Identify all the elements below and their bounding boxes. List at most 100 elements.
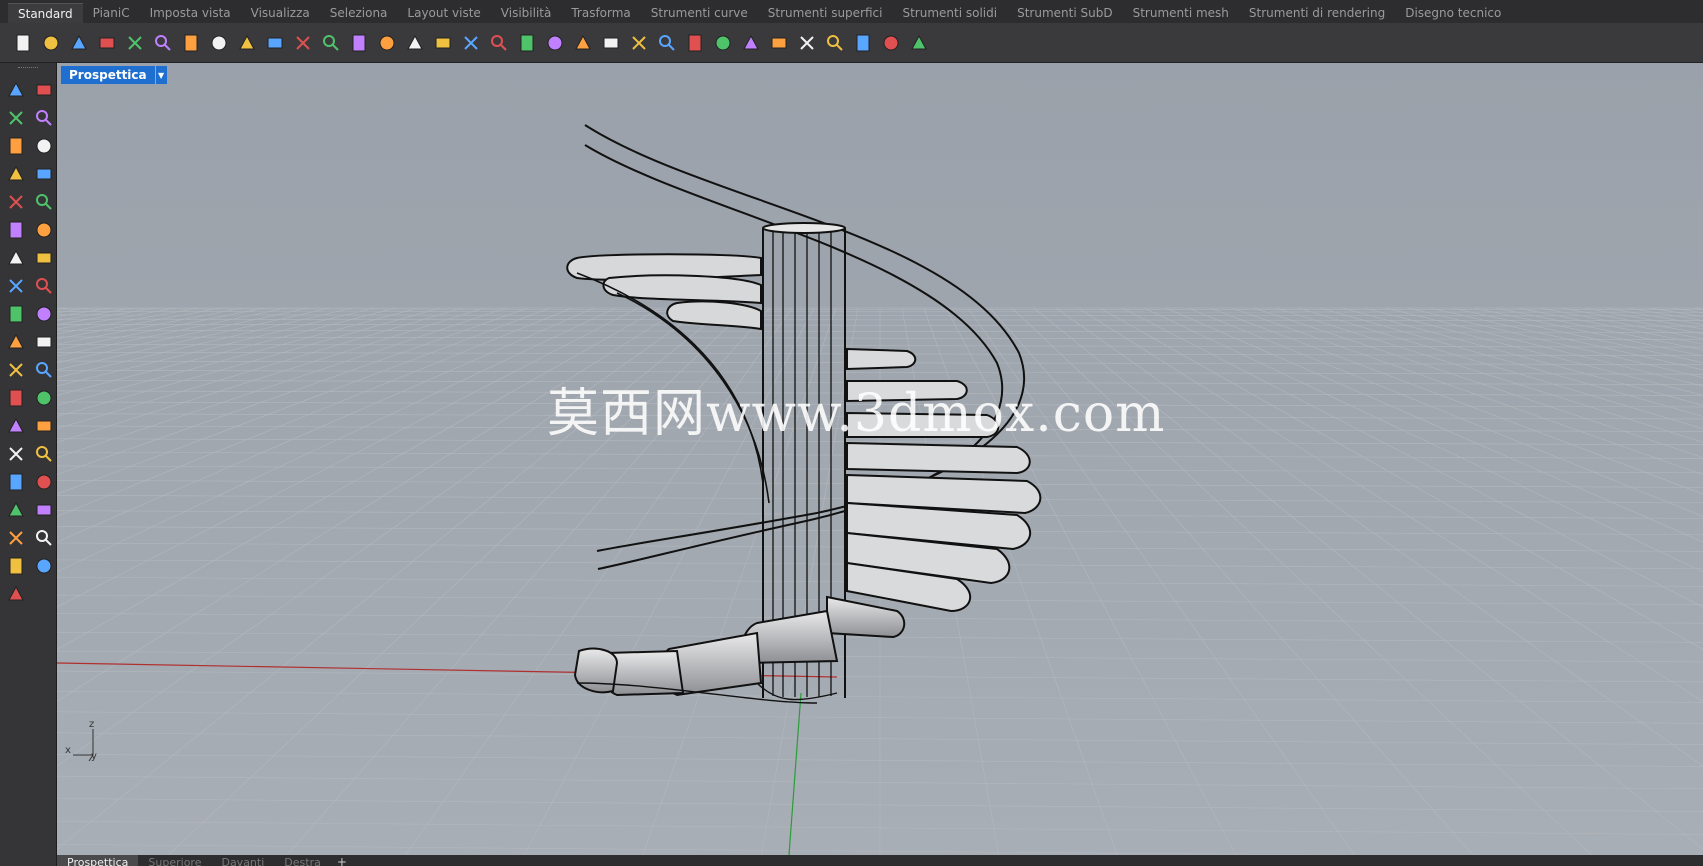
split-icon[interactable] [3,329,29,355]
snap-icon[interactable] [570,30,596,56]
blend-icon[interactable] [31,385,57,411]
tab-trasforma[interactable]: Trasforma [561,3,640,23]
offset-icon[interactable] [3,385,29,411]
select-arrow-icon[interactable] [3,77,29,103]
save-icon[interactable] [66,30,92,56]
light-icon[interactable] [598,30,624,56]
viewport-tab-superiore[interactable]: Superiore [138,855,211,866]
array-icon[interactable] [31,357,57,383]
viewport-layout-icon[interactable] [458,30,484,56]
dimension-icon[interactable] [31,413,57,439]
sphere-icon[interactable] [31,245,57,271]
shaded-sphere-icon[interactable] [710,30,736,56]
tab-layout-viste[interactable]: Layout viste [397,3,490,23]
zoom-extents-icon[interactable] [374,30,400,56]
material-icon[interactable] [794,30,820,56]
zoom-window-icon[interactable] [346,30,372,56]
zoom-selected-icon[interactable] [402,30,428,56]
rendered-icon[interactable] [738,30,764,56]
undo-icon[interactable] [234,30,260,56]
tab-strumenti-solidi[interactable]: Strumenti solidi [892,3,1007,23]
car-view-icon[interactable] [486,30,512,56]
settings-icon[interactable] [822,30,848,56]
polyline-icon[interactable] [3,105,29,131]
block-icon[interactable] [3,469,29,495]
named-view-icon[interactable] [514,30,540,56]
tab-strumenti-subd[interactable]: Strumenti SubD [1007,3,1122,23]
earth-icon[interactable] [878,30,904,56]
zoom-previous-icon[interactable] [430,30,456,56]
grid-options-icon[interactable] [850,30,876,56]
box-icon[interactable] [3,245,29,271]
print-icon[interactable] [94,30,120,56]
render-icon[interactable] [766,30,792,56]
check-icon[interactable] [3,553,29,579]
tab-strumenti-di-rendering[interactable]: Strumenti di rendering [1239,3,1395,23]
color-wheel-icon[interactable] [682,30,708,56]
render-mesh-icon[interactable] [31,525,57,551]
viewport-tab-davanti[interactable]: Davanti [211,855,274,866]
help-icon[interactable] [906,30,932,56]
tab-strumenti-curve[interactable]: Strumenti curve [641,3,758,23]
paint-icon[interactable] [3,581,29,607]
copy-icon[interactable] [178,30,204,56]
tab-strumenti-mesh[interactable]: Strumenti mesh [1123,3,1239,23]
circle-icon[interactable] [3,133,29,159]
mesh-icon[interactable] [31,273,57,299]
surface-icon[interactable] [3,217,29,243]
left-toolbar [0,63,57,866]
add-viewport-tab-button[interactable]: + [331,855,353,866]
toolbar-grip[interactable] [0,63,56,73]
curve-icon[interactable] [31,105,57,131]
group-icon[interactable] [3,357,29,383]
shade-icon[interactable] [31,553,57,579]
point-icon[interactable] [31,77,57,103]
viewport-tab-bar: Prospettica Superiore Davanti Destra + [57,855,1703,866]
tab-visualizza[interactable]: Visualizza [241,3,320,23]
paste-icon[interactable] [206,30,232,56]
rectangle-icon[interactable] [31,161,57,187]
tab-pianic[interactable]: PianiC [83,3,140,23]
tab-imposta-vista[interactable]: Imposta vista [140,3,241,23]
text-icon[interactable] [3,413,29,439]
explode-icon[interactable] [3,301,29,327]
viewport-tab-prospettica[interactable]: Prospettica [57,855,139,866]
rhino-window: Standard PianiC Imposta vista Visualizza Sel… [0,0,1703,866]
open-folder-icon[interactable] [38,30,64,56]
cylinder-icon[interactable] [3,273,29,299]
toolbar-tab-bar: Standard PianiC Imposta vista Visualizza Sel… [0,0,1703,23]
tab-seleziona[interactable]: Seleziona [320,3,398,23]
layer-icon[interactable] [654,30,680,56]
rotate-view-icon[interactable] [290,30,316,56]
pan-hand-icon[interactable] [262,30,288,56]
cut-icon[interactable] [150,30,176,56]
arc-icon[interactable] [3,161,29,187]
fillet-icon[interactable] [31,189,57,215]
tab-strumenti-superfici[interactable]: Strumenti superfici [758,3,893,23]
tab-disegno-tecnico[interactable]: Disegno tecnico [1395,3,1511,23]
viewport-title[interactable]: Prospettica ▼ [61,66,167,84]
polygon-icon[interactable] [3,189,29,215]
transform-icon[interactable] [3,441,29,467]
zoom-icon[interactable] [318,30,344,56]
new-file-icon[interactable] [10,30,36,56]
analyze-icon[interactable] [3,525,29,551]
ellipse-icon[interactable] [31,133,57,159]
viewport-tab-destra[interactable]: Destra [274,855,331,866]
grid-array-icon[interactable] [3,497,29,523]
align-icon[interactable] [31,497,57,523]
lock-icon[interactable] [626,30,652,56]
mirror-icon[interactable] [31,441,57,467]
trim-icon[interactable] [31,329,57,355]
extrude-icon[interactable] [31,217,57,243]
viewport-scene[interactable] [57,63,1703,855]
viewport-title-label: Prospettica [69,68,147,82]
chevron-down-icon[interactable]: ▼ [154,66,167,84]
perspective-viewport[interactable]: Prospettica ▼ 莫西网www.3dmox.com z x y [57,63,1703,855]
fence-icon[interactable] [31,469,57,495]
tab-visibilit-[interactable]: Visibilità [491,3,562,23]
tab-standard[interactable]: Standard [8,3,83,23]
cplane-icon[interactable] [542,30,568,56]
boolean-icon[interactable] [31,301,57,327]
import-icon[interactable] [122,30,148,56]
